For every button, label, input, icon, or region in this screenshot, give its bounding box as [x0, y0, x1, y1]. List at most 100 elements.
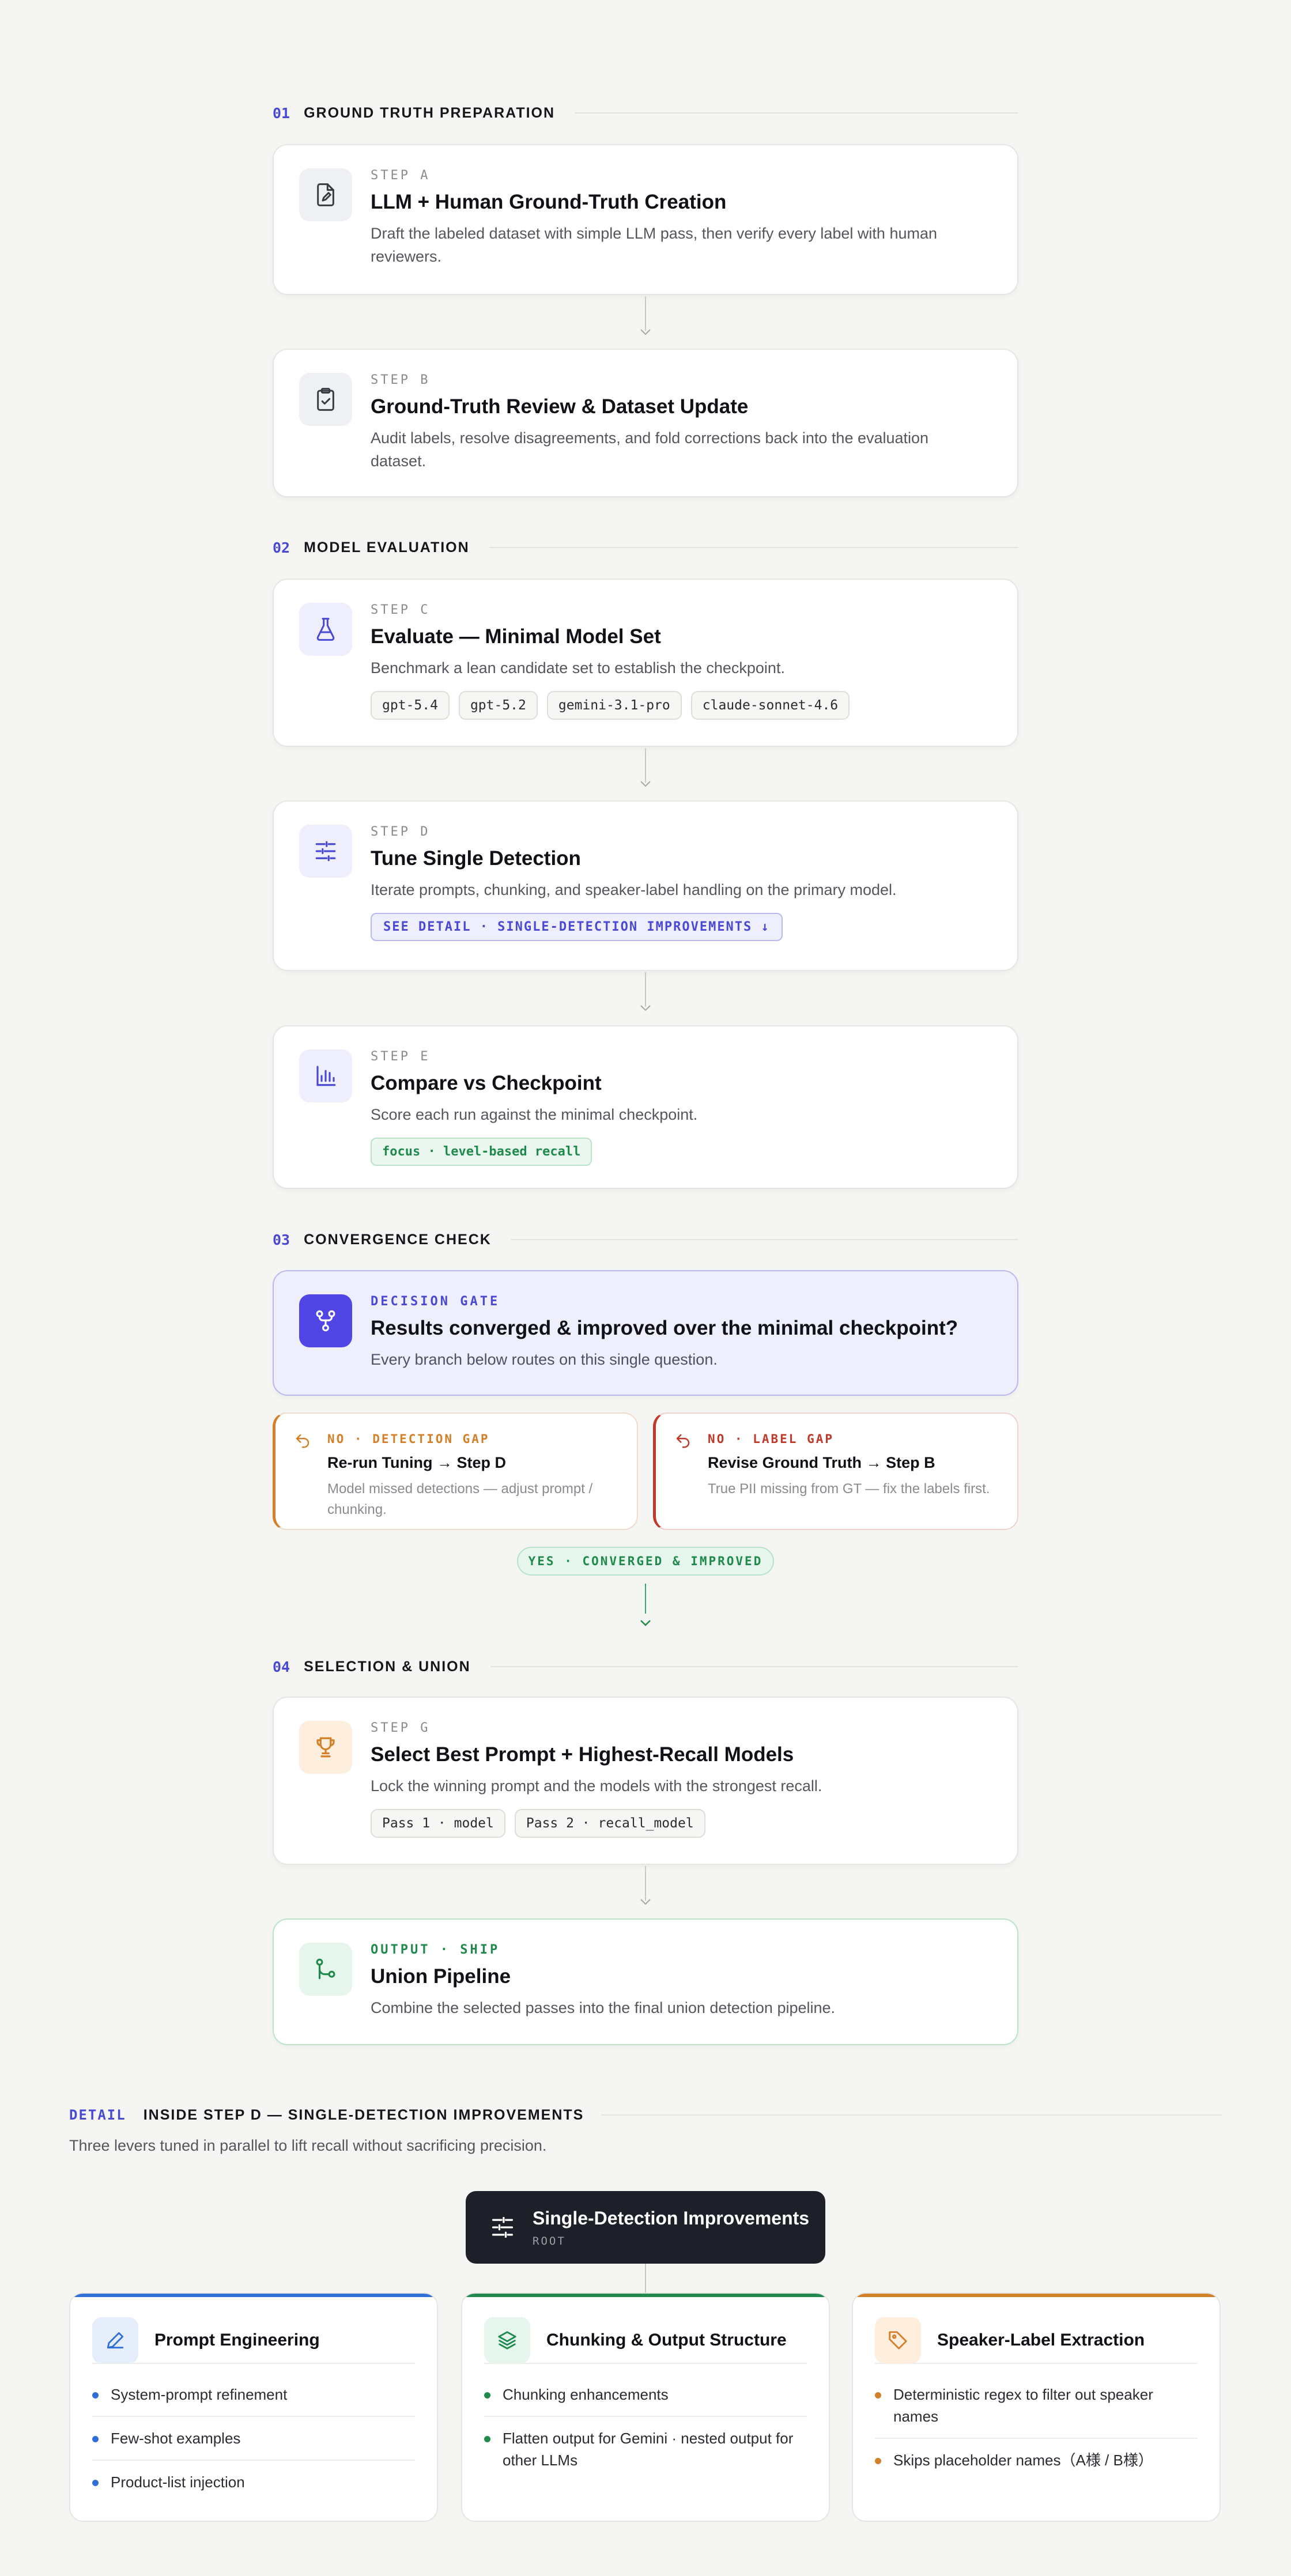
gate-kicker: DECISION GATE — [371, 1294, 500, 1309]
section-header-02: 02 MODEL EVALUATION — [273, 536, 1018, 559]
undo-arrow-icon — [294, 1432, 311, 1452]
trophy-icon — [299, 1721, 352, 1774]
output-title: Union Pipeline — [371, 1965, 511, 1988]
model-chip: gpt-5.4 — [371, 691, 450, 720]
detail-card-title: Speaker-Label Extraction — [937, 2331, 1145, 2350]
step-title: LLM + Human Ground-Truth Creation — [371, 191, 727, 213]
step-kicker: STEP C — [371, 603, 431, 617]
step-description: Score each run against the minimal check… — [371, 1106, 698, 1123]
branch-kicker: NO · DETECTION GAP — [327, 1432, 490, 1446]
section-header-03: 03 CONVERGENCE CHECK — [273, 1228, 1018, 1251]
section-rule — [511, 1239, 1018, 1240]
step-g-card[interactable]: STEP G Select Best Prompt + Highest-Reca… — [273, 1697, 1018, 1865]
model-chip: gpt-5.2 — [458, 691, 538, 720]
root-connector — [645, 2264, 646, 2292]
connector-arrow — [640, 972, 651, 1016]
branch-description: True PII missing from GT — fix the label… — [708, 1481, 990, 1497]
section-rule — [489, 547, 1018, 548]
step-title: Ground-Truth Review & Dataset Update — [371, 395, 749, 418]
branch-title: Re-run Tuning → Step D — [327, 1454, 507, 1471]
detail-rule — [601, 2114, 1222, 2116]
list-item: Skips placeholder names（A様 / B様） — [875, 2439, 1198, 2481]
branch-detection-gap[interactable]: NO · DETECTION GAP Re-run Tuning → Step … — [273, 1412, 638, 1530]
detail-card-title: Prompt Engineering — [154, 2331, 320, 2350]
step-d-card[interactable]: STEP D Tune Single Detection Iterate pro… — [273, 800, 1018, 971]
step-c-card[interactable]: STEP C Evaluate — Minimal Model Set Benc… — [273, 579, 1018, 747]
layers-icon — [484, 2317, 530, 2363]
root-title: Single-Detection Improvements — [533, 2207, 810, 2228]
connector-arrow — [640, 1866, 651, 1910]
detail-title: INSIDE STEP D — SINGLE-DETECTION IMPROVE… — [143, 2106, 584, 2123]
branch-description: Model missed detections — adjust prompt … — [327, 1481, 593, 1517]
flask-icon — [299, 603, 352, 656]
step-description: Iterate prompts, chunking, and speaker-l… — [371, 881, 897, 898]
step-a-card[interactable]: STEP A LLM + Human Ground-Truth Creation… — [273, 144, 1018, 295]
section-number: 04 — [273, 1658, 290, 1675]
yes-pill: YES · CONVERGED & IMPROVED — [517, 1547, 774, 1576]
section-title: GROUND TRUTH PREPARATION — [304, 104, 556, 121]
step-kicker: STEP A — [371, 168, 431, 183]
section-header-01: 01 GROUND TRUTH PREPARATION — [273, 101, 1018, 124]
output-kicker: OUTPUT · SHIP — [371, 1943, 500, 1957]
list-item: Chunking enhancements — [484, 2373, 807, 2417]
step-description: Benchmark a lean candidate set to establ… — [371, 659, 785, 677]
git-branch-icon — [299, 1943, 352, 1996]
branch-label-gap[interactable]: NO · LABEL GAP Revise Ground Truth → Ste… — [653, 1412, 1018, 1530]
section-number: 02 — [273, 539, 290, 556]
section-rule — [575, 112, 1018, 114]
step-kicker: STEP D — [371, 825, 431, 839]
sliders-icon — [299, 825, 352, 878]
sliders-icon — [490, 2215, 515, 2240]
step-description: Lock the winning prompt and the models w… — [371, 1777, 822, 1795]
step-title: Select Best Prompt + Highest-Recall Mode… — [371, 1743, 794, 1766]
list-item: Product-list injection — [92, 2461, 415, 2503]
pass-chip: Pass 1 · model — [371, 1809, 505, 1838]
prompt-engineering-card[interactable]: Prompt Engineering System-prompt refinem… — [69, 2292, 438, 2522]
section-number: 01 — [273, 104, 290, 122]
list-item: Deterministic regex to filter out speake… — [875, 2373, 1198, 2439]
undo-arrow-icon — [674, 1432, 692, 1452]
step-description: Draft the labeled dataset with simple LL… — [371, 225, 937, 265]
git-fork-icon — [299, 1294, 352, 1347]
tag-icon — [875, 2317, 921, 2363]
list-item: System-prompt refinement — [92, 2373, 415, 2417]
step-description: Audit labels, resolve disagreements, and… — [371, 429, 929, 470]
speaker-label-card[interactable]: Speaker-Label Extraction Deterministic r… — [852, 2292, 1221, 2522]
focus-tag: focus · level-based recall — [371, 1138, 592, 1166]
gate-description: Every branch below routes on this single… — [371, 1351, 718, 1368]
step-kicker: STEP B — [371, 373, 431, 387]
section-header-04: 04 SELECTION & UNION — [273, 1655, 1018, 1678]
gate-title: Results converged & improved over the mi… — [371, 1317, 958, 1339]
step-title: Compare vs Checkpoint — [371, 1072, 602, 1094]
chunking-card[interactable]: Chunking & Output Structure Chunking enh… — [461, 2292, 830, 2522]
list-item: Flatten output for Gemini · nested outpu… — [484, 2417, 807, 2481]
pass-chip: Pass 2 · recall_model — [514, 1809, 705, 1838]
output-description: Combine the selected passes into the fin… — [371, 1999, 836, 2016]
section-rule — [490, 1666, 1018, 1667]
output-card[interactable]: OUTPUT · SHIP Union Pipeline Combine the… — [273, 1918, 1018, 2045]
section-title: CONVERGENCE CHECK — [304, 1231, 492, 1248]
file-edit-icon — [299, 168, 352, 221]
model-chip: gemini-3.1-pro — [546, 691, 682, 720]
detail-label: DETAIL — [69, 2107, 126, 2123]
list-item: Few-shot examples — [92, 2417, 415, 2461]
root-node[interactable]: Single-Detection Improvements ROOT — [466, 2191, 825, 2264]
step-kicker: STEP E — [371, 1049, 431, 1064]
branch-kicker: NO · LABEL GAP — [708, 1432, 835, 1446]
decision-gate-card[interactable]: DECISION GATE Results converged & improv… — [273, 1270, 1018, 1396]
step-kicker: STEP G — [371, 1721, 431, 1735]
section-title: MODEL EVALUATION — [304, 539, 470, 556]
step-title: Tune Single Detection — [371, 847, 581, 870]
section-title: SELECTION & UNION — [304, 1658, 471, 1675]
step-b-card[interactable]: STEP B Ground-Truth Review & Dataset Upd… — [273, 349, 1018, 497]
detail-subtitle: Three levers tuned in parallel to lift r… — [69, 2137, 547, 2154]
connector-arrow — [640, 296, 651, 340]
see-detail-link[interactable]: SEE DETAIL · SINGLE-DETECTION IMPROVEMEN… — [371, 913, 783, 941]
model-chip: claude-sonnet-4.6 — [690, 691, 850, 720]
branch-title: Revise Ground Truth → Step B — [708, 1454, 935, 1471]
connector-arrow-green — [640, 1584, 651, 1634]
root-sub: ROOT — [533, 2234, 566, 2248]
pencil-icon — [92, 2317, 138, 2363]
bar-chart-icon — [299, 1049, 352, 1102]
step-e-card[interactable]: STEP E Compare vs Checkpoint Score each … — [273, 1025, 1018, 1189]
